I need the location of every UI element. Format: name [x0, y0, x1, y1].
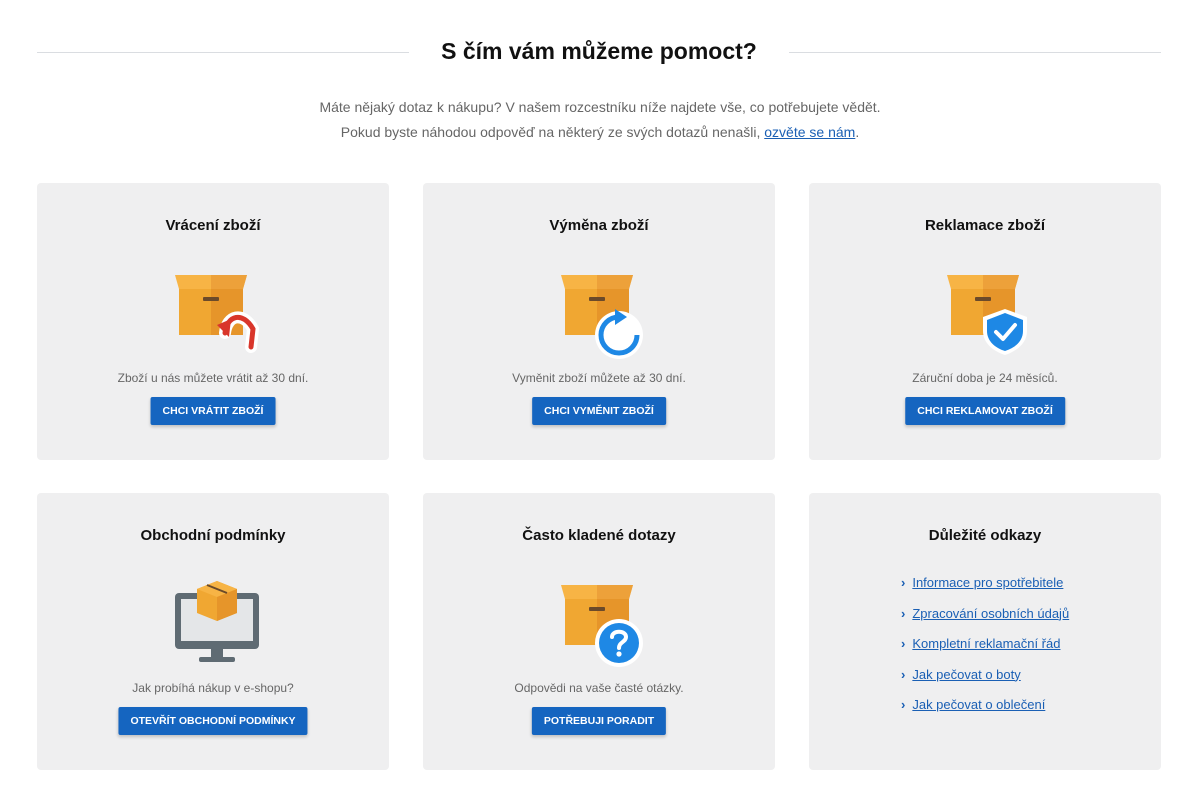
- card-text: Vyměnit zboží můžete až 30 dní.: [512, 371, 686, 385]
- list-item: › Kompletní reklamační řád: [901, 636, 1069, 667]
- consumer-info-link[interactable]: Informace pro spotřebitele: [912, 575, 1063, 590]
- chevron-right-icon: ›: [901, 666, 906, 682]
- chevron-right-icon: ›: [901, 575, 906, 590]
- contact-us-link[interactable]: ozvěte se nám: [764, 124, 855, 140]
- chevron-right-icon: ›: [901, 636, 906, 651]
- card-faq: Často kladené dotazy Odpovědi na vaše ča…: [423, 493, 775, 770]
- personal-data-link[interactable]: Zpracování osobních údajů: [912, 606, 1069, 621]
- card-return: Vrácení zboží Zboží u nás můžete vrátit …: [37, 183, 389, 460]
- card-title: Reklamace zboží: [924, 217, 1046, 234]
- intro-line-2-suffix: .: [855, 124, 860, 140]
- need-advice-button[interactable]: Potřebuji poradit: [531, 707, 667, 735]
- list-item: › Zpracování osobních údajů: [901, 606, 1069, 637]
- card-text: Záruční doba je 24 měsíců.: [912, 371, 1058, 385]
- card-terms: Obchodní podmínky Jak probíhá nákup v e-…: [37, 493, 389, 770]
- card-complaint: Reklamace zboží Záruční doba je 24 měsíc…: [809, 183, 1161, 460]
- clothing-care-link[interactable]: Jak pečovat o oblečení: [912, 697, 1045, 712]
- header-divider-right: [789, 52, 1161, 53]
- section-header: S čím vám můžeme pomoct?: [37, 30, 1161, 76]
- card-title: Důležité odkazy: [928, 527, 1042, 544]
- box-exchange-icon: [561, 275, 643, 359]
- card-text: Odpovědi na vaše časté otázky.: [514, 681, 684, 695]
- card-title: Obchodní podmínky: [140, 527, 286, 544]
- card-title: Často kladené dotazy: [522, 527, 676, 544]
- card-important-links: Důležité odkazy › Informace pro spotřebit…: [809, 493, 1161, 770]
- card-title: Výměna zboží: [549, 217, 649, 234]
- list-item: › Jak pečovat o oblečení: [901, 697, 1069, 728]
- intro-line-2-prefix: Pokud byste náhodou odpověď na některý z…: [340, 124, 761, 140]
- monitor-box-icon: [175, 581, 259, 662]
- box-shield-icon: [947, 275, 1027, 355]
- complaint-rules-link[interactable]: Kompletní reklamační řád: [912, 636, 1060, 651]
- list-item: › Informace pro spotřebitele: [901, 575, 1069, 606]
- chevron-right-icon: ›: [901, 605, 906, 621]
- intro-line-1: Máte nějaký dotaz k nákupu? V našem rozc…: [319, 99, 881, 115]
- list-item: › Jak pečovat o boty: [901, 667, 1069, 698]
- shoe-care-link[interactable]: Jak pečovat o boty: [912, 667, 1020, 682]
- intro-line-2: Pokud byste náhodou odpověď na některý z…: [0, 120, 1200, 145]
- intro-text: Máte nějaký dotaz k nákupu? V našem rozc…: [0, 95, 1200, 145]
- card-exchange: Výměna zboží Vyměnit zboží můžete až 30 …: [423, 183, 775, 460]
- exchange-goods-button[interactable]: Chci vyměnit zboží: [532, 397, 666, 425]
- card-text: Zboží u nás můžete vrátit až 30 dní.: [117, 371, 309, 385]
- return-goods-button[interactable]: Chci vrátit zboží: [150, 397, 276, 425]
- complaint-goods-button[interactable]: Chci reklamovat zboží: [905, 397, 1065, 425]
- box-question-icon: [561, 585, 643, 667]
- open-terms-button[interactable]: Otevřít obchodní podmínky: [118, 707, 308, 735]
- card-title: Vrácení zboží: [165, 217, 261, 234]
- card-text: Jak probíhá nákup v e-shopu?: [132, 681, 294, 695]
- chevron-right-icon: ›: [901, 697, 906, 712]
- important-links-list: › Informace pro spotřebitele › Zpracování …: [901, 575, 1069, 728]
- box-return-icon: [175, 275, 260, 353]
